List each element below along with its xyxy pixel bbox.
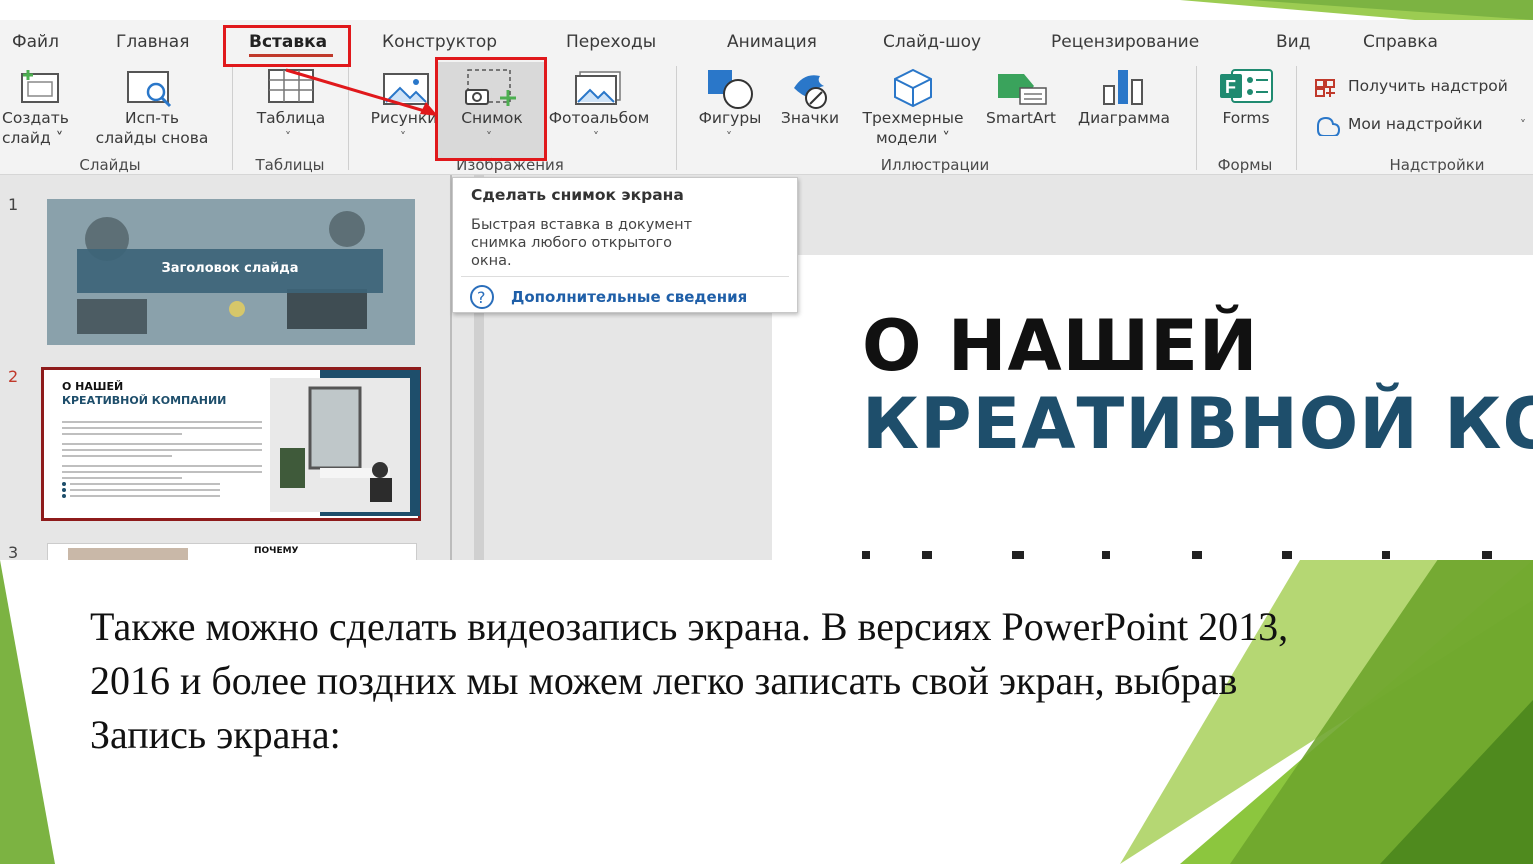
slide2-office-photo bbox=[270, 378, 410, 512]
tooltip-body-line: снимка любого открытого bbox=[471, 235, 672, 251]
tooltip-body-line: окна. bbox=[471, 253, 512, 269]
red-arrow-icon bbox=[285, 68, 438, 116]
photo-album-button[interactable]: Фотоальбом bbox=[540, 108, 658, 128]
tooltip-body-line: Быстрая вставка в документ bbox=[471, 217, 693, 233]
forms-icon: F bbox=[1220, 69, 1273, 103]
main-slide-canvas[interactable]: О НАШЕЙ КРЕАТИВНОЙ КО bbox=[772, 255, 1533, 560]
chart-button[interactable]: Диаграмма bbox=[1066, 108, 1182, 128]
new-slide-label-2: слайд ˅ bbox=[2, 129, 64, 147]
group-slides-label: Слайды bbox=[79, 156, 141, 174]
slide-thumbnails-pane: 1 Заголовок слайда 2 О НАШЕЙ КРЕАТИВНОЙ … bbox=[0, 175, 450, 560]
chevron-down-icon: ˅ bbox=[400, 130, 406, 144]
tab-file[interactable]: Файл bbox=[12, 32, 59, 52]
tooltip-more-info-link[interactable]: Дополнительные сведения bbox=[511, 288, 747, 306]
tab-slideshow[interactable]: Слайд-шоу bbox=[883, 32, 981, 52]
icons-gallery-icon bbox=[794, 75, 827, 109]
tab-home[interactable]: Главная bbox=[116, 32, 189, 52]
slide3-title: ПОЧЕМУ bbox=[254, 546, 299, 556]
new-slide-icon bbox=[21, 70, 59, 103]
slide-title-line2: КРЕАТИВНОЙ КО bbox=[862, 383, 1533, 465]
reuse-slides-label: Исп-ть bbox=[124, 109, 179, 127]
help-icon: ? bbox=[470, 285, 494, 309]
get-addins-icon bbox=[1315, 79, 1335, 97]
slide2-title-line2: КРЕАТИВНОЙ КОМПАНИИ bbox=[62, 394, 227, 407]
3d-models-button[interactable]: Трехмерные модели ˅ bbox=[852, 108, 974, 148]
highlight-screenshot-button bbox=[435, 57, 547, 161]
new-slide-button[interactable]: Создать слайд ˅ bbox=[2, 108, 80, 148]
shapes-icon bbox=[708, 70, 753, 109]
svg-text:F: F bbox=[1225, 77, 1236, 97]
3d-models-label-2: модели ˅ bbox=[875, 129, 951, 147]
tab-transitions[interactable]: Переходы bbox=[566, 32, 656, 52]
forms-button[interactable]: Forms bbox=[1210, 108, 1282, 128]
group-forms-label: Формы bbox=[1217, 156, 1273, 174]
chevron-down-icon: ˅ bbox=[726, 130, 732, 144]
icons-button[interactable]: Значки bbox=[774, 108, 846, 128]
separator bbox=[232, 66, 233, 170]
slide-thumbnail-3[interactable]: ПОЧЕМУ bbox=[47, 543, 417, 560]
group-illustrations-label: Иллюстрации bbox=[880, 156, 990, 174]
tooltip-body: Быстрая вставка в документ снимка любого… bbox=[471, 216, 692, 270]
separator bbox=[1196, 66, 1197, 170]
thumbnail-number: 2 bbox=[8, 367, 19, 386]
chevron-down-icon: ˅ bbox=[1520, 118, 1526, 132]
new-slide-label: Создать bbox=[2, 109, 69, 127]
photo-album-icon bbox=[575, 71, 621, 105]
reuse-slides-icon bbox=[127, 71, 172, 108]
thumbnail-number: 3 bbox=[8, 543, 19, 560]
slide2-body-text bbox=[62, 421, 262, 498]
slide-title-line1: О НАШЕЙ bbox=[862, 305, 1259, 387]
separator bbox=[1296, 66, 1297, 170]
tab-review[interactable]: Рецензирование bbox=[1051, 32, 1199, 52]
powerpoint-screenshot: Файл Главная Вставка Конструктор Переход… bbox=[0, 20, 1533, 560]
svg-text:?: ? bbox=[477, 288, 486, 307]
slide-body-text-partial bbox=[862, 551, 1492, 559]
separator bbox=[676, 66, 677, 170]
slide-thumbnail-1[interactable]: Заголовок слайда bbox=[47, 199, 415, 345]
caption-line: 2016 и более поздних мы можем легко запи… bbox=[90, 658, 1238, 703]
slide1-title: Заголовок слайда bbox=[161, 261, 299, 276]
3d-models-label: Трехмерные bbox=[862, 109, 964, 127]
smartart-button[interactable]: SmartArt bbox=[980, 108, 1062, 128]
get-addins-button[interactable]: Получить надстрой bbox=[1348, 76, 1508, 96]
tab-help[interactable]: Справка bbox=[1363, 32, 1438, 52]
my-addins-button[interactable]: Мои надстройки bbox=[1348, 114, 1483, 134]
group-addins-label: Надстройки bbox=[1389, 156, 1485, 174]
tooltip-title: Сделать снимок экрана bbox=[471, 186, 684, 204]
shapes-button[interactable]: Фигуры bbox=[690, 108, 770, 128]
chevron-down-icon: ˅ bbox=[285, 130, 291, 144]
slide-thumbnail-2[interactable]: О НАШЕЙ КРЕАТИВНОЙ КОМПАНИИ bbox=[41, 367, 421, 521]
caption-line: Запись экрана: bbox=[90, 712, 341, 757]
ribbon-insert: Создать слайд ˅ Исп-ть слайды снова Слай… bbox=[0, 62, 1533, 175]
cube-3d-icon bbox=[894, 68, 932, 108]
tab-animations[interactable]: Анимация bbox=[727, 32, 817, 52]
chevron-down-icon: ˅ bbox=[593, 130, 599, 144]
reuse-slides-button[interactable]: Исп-ть слайды снова bbox=[84, 108, 220, 148]
tab-design[interactable]: Конструктор bbox=[382, 32, 497, 52]
smartart-icon bbox=[998, 74, 1047, 105]
slide3-photo bbox=[68, 548, 188, 560]
screenshot-tooltip: Сделать снимок экрана Быстрая вставка в … bbox=[452, 177, 798, 313]
thumbnail-number: 1 bbox=[8, 195, 19, 214]
caption-line: Также можно сделать видеозапись экрана. … bbox=[90, 604, 1289, 649]
reuse-slides-label-2: слайды снова bbox=[95, 129, 209, 147]
highlight-insert-tab bbox=[223, 25, 351, 67]
group-tables-label: Таблицы bbox=[255, 156, 325, 174]
slide2-title-line1: О НАШЕЙ bbox=[62, 380, 124, 393]
chart-icon bbox=[1103, 70, 1143, 105]
my-addins-icon bbox=[1317, 116, 1341, 136]
tooltip-divider bbox=[461, 276, 789, 277]
tab-view[interactable]: Вид bbox=[1276, 32, 1310, 52]
caption-text: Также можно сделать видеозапись экрана. … bbox=[90, 600, 1490, 762]
